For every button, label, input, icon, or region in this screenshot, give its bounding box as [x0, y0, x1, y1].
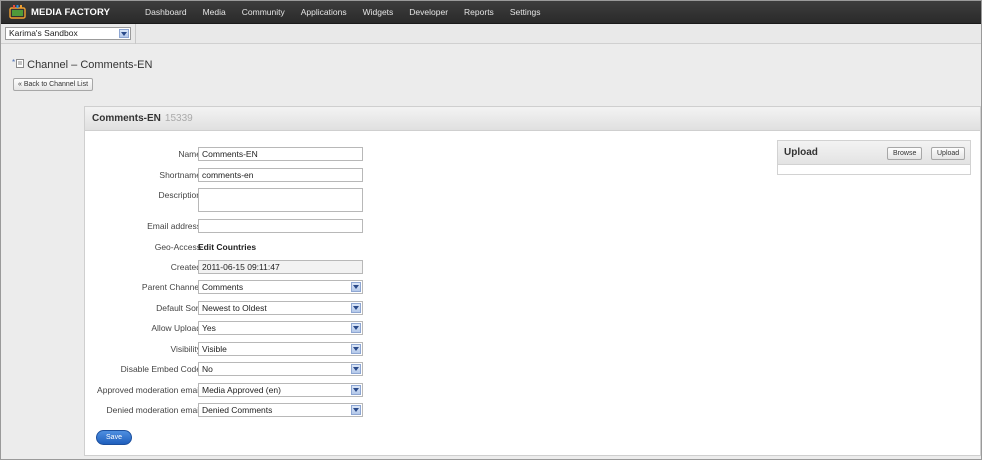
- channel-edit-panel: Comments-EN 15339 Name Comments-EN Short…: [84, 106, 981, 456]
- description-label: Description: [158, 190, 201, 200]
- geo-access-label: Geo-Access: [154, 242, 201, 252]
- shortname-input[interactable]: comments-en: [198, 168, 363, 182]
- email-input[interactable]: [198, 219, 363, 233]
- name-label: Name: [178, 149, 201, 159]
- edit-countries-link[interactable]: Edit Countries: [198, 242, 256, 252]
- channel-id: 15339: [164, 113, 193, 124]
- approved-email-value: Media Approved (en): [202, 385, 281, 395]
- nav-media[interactable]: Media: [195, 1, 234, 24]
- created-field: 2011-06-15 09:11:47: [198, 260, 363, 274]
- form-row-geo-access: Geo-Access Edit Countries: [85, 240, 375, 254]
- page-title-text: Channel – Comments-EN: [27, 59, 153, 71]
- top-navigation-bar: MEDIA FACTORY Dashboard Media Community …: [1, 1, 981, 24]
- parent-channel-value: Comments: [202, 282, 244, 292]
- disable-embed-label: Disable Embed Code: [120, 364, 201, 374]
- disable-embed-select[interactable]: No: [198, 362, 363, 376]
- email-label: Email address: [147, 221, 201, 231]
- sandbox-bar: Karima's Sandbox: [1, 24, 981, 44]
- denied-email-select[interactable]: Denied Comments: [198, 403, 363, 417]
- page-title: * Channel – Comments-EN: [12, 57, 153, 72]
- chevron-down-icon[interactable]: [351, 364, 361, 374]
- chevron-down-icon[interactable]: [351, 323, 361, 333]
- chevron-down-icon[interactable]: [351, 282, 361, 292]
- upload-title: Upload: [784, 147, 818, 158]
- form-row-created: Created 2011-06-15 09:11:47: [85, 260, 375, 274]
- description-textarea[interactable]: [198, 188, 363, 212]
- channel-icon: [16, 59, 25, 71]
- main-nav: Dashboard Media Community Applications W…: [137, 1, 549, 24]
- disable-embed-value: No: [202, 364, 213, 374]
- nav-dashboard[interactable]: Dashboard: [137, 1, 195, 24]
- default-sort-value: Newest to Oldest: [202, 303, 267, 313]
- shortname-label: Shortname: [159, 170, 201, 180]
- allow-upload-select[interactable]: Yes: [198, 321, 363, 335]
- form-row-name: Name Comments-EN: [85, 147, 375, 161]
- form-row-denied-email: Denied moderation email Denied Comments: [85, 403, 375, 417]
- form-row-parent-channel: Parent Channel Comments: [85, 280, 375, 294]
- chevron-down-icon[interactable]: [351, 344, 361, 354]
- panel-title: Comments-EN: [92, 113, 161, 124]
- approved-email-select[interactable]: Media Approved (en): [198, 383, 363, 397]
- nav-widgets[interactable]: Widgets: [355, 1, 402, 24]
- form-row-shortname: Shortname comments-en: [85, 168, 375, 182]
- sandbox-select-value: Karima's Sandbox: [9, 28, 78, 38]
- allow-upload-value: Yes: [202, 323, 216, 333]
- upload-box: Upload Browse Upload: [777, 140, 971, 175]
- allow-upload-label: Allow Upload: [151, 323, 201, 333]
- media-factory-logo-icon: [9, 5, 26, 19]
- upload-header: Upload Browse Upload: [778, 141, 970, 165]
- chevron-down-icon[interactable]: [351, 385, 361, 395]
- panel-header: Comments-EN 15339: [85, 107, 980, 131]
- app-logo[interactable]: MEDIA FACTORY: [1, 1, 137, 24]
- denied-email-value: Denied Comments: [202, 405, 273, 415]
- browse-button[interactable]: Browse: [887, 147, 923, 160]
- upload-button[interactable]: Upload: [931, 147, 966, 160]
- form-row-approved-email: Approved moderation email Media Approved…: [85, 383, 375, 397]
- visibility-select[interactable]: Visible: [198, 342, 363, 356]
- back-to-channel-list-button[interactable]: « Back to Channel List: [13, 78, 94, 91]
- divider: [135, 24, 136, 44]
- parent-channel-label: Parent Channel: [141, 282, 201, 292]
- default-sort-label: Default Sort: [156, 303, 201, 313]
- approved-email-label: Approved moderation email: [97, 385, 201, 395]
- chevron-down-icon[interactable]: [351, 303, 361, 313]
- form-row-default-sort: Default Sort Newest to Oldest: [85, 301, 375, 315]
- visibility-value: Visible: [202, 344, 227, 354]
- form-row-allow-upload: Allow Upload Yes: [85, 321, 375, 335]
- nav-community[interactable]: Community: [234, 1, 293, 24]
- sandbox-select[interactable]: Karima's Sandbox: [5, 27, 131, 40]
- nav-applications[interactable]: Applications: [293, 1, 355, 24]
- chevron-down-icon[interactable]: [351, 405, 361, 415]
- nav-developer[interactable]: Developer: [401, 1, 456, 24]
- nav-reports[interactable]: Reports: [456, 1, 502, 24]
- required-star-icon: *: [12, 57, 16, 67]
- save-button[interactable]: Save: [96, 430, 132, 445]
- form-row-visibility: Visibility Visible: [85, 342, 375, 356]
- chevron-down-icon[interactable]: [119, 29, 129, 38]
- form-row-email: Email address: [85, 219, 375, 233]
- denied-email-label: Denied moderation email: [106, 405, 202, 415]
- visibility-label: Visibility: [170, 344, 201, 354]
- app-name: MEDIA FACTORY: [31, 6, 111, 18]
- form-row-description: Description: [85, 188, 375, 212]
- created-label: Created: [170, 262, 201, 272]
- default-sort-select[interactable]: Newest to Oldest: [198, 301, 363, 315]
- nav-settings[interactable]: Settings: [502, 1, 549, 24]
- form-row-disable-embed: Disable Embed Code No: [85, 362, 375, 376]
- name-input[interactable]: Comments-EN: [198, 147, 363, 161]
- parent-channel-select[interactable]: Comments: [198, 280, 363, 294]
